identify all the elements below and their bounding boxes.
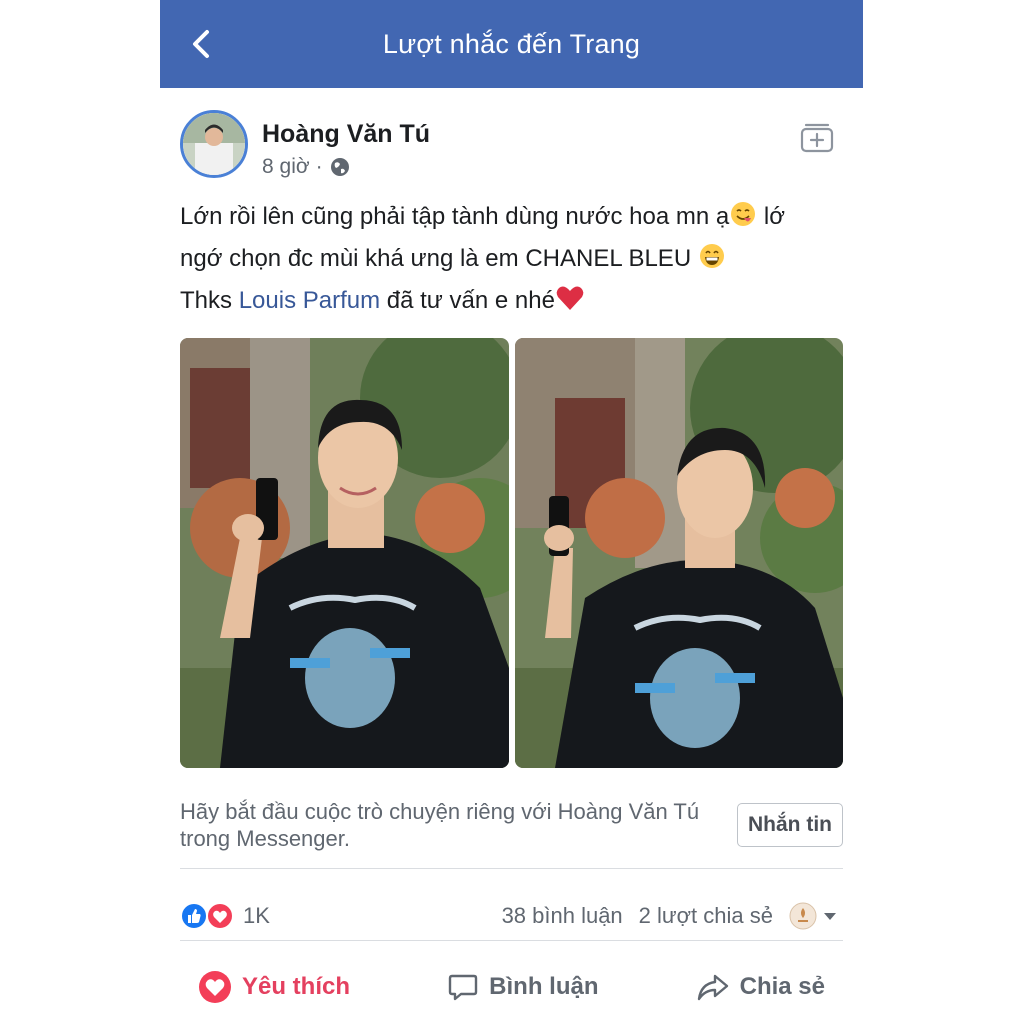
text-line-3-start: Thks: [180, 287, 239, 314]
post-actions: Yêu thích Bình luận Chia sẻ: [180, 952, 843, 1022]
text-line-1: Lớn rồi lên cũng phải tập tành dùng nước…: [180, 203, 730, 230]
globe-icon: [330, 158, 349, 176]
photo-young-man-side-profile: [515, 338, 843, 768]
grin-emoji-icon: [699, 244, 724, 268]
chevron-down-icon: [824, 913, 836, 920]
text-line-1-end: lớ: [757, 203, 785, 230]
reaction-count: 1K: [243, 903, 270, 928]
comment-count[interactable]: 38 bình luận: [502, 903, 623, 929]
author-name[interactable]: Hoàng Văn Tú: [262, 120, 430, 149]
comment-icon: [448, 974, 478, 1001]
text-line-3-end: đã tư vấn e nhé: [380, 287, 555, 314]
reaction-icons: [180, 902, 234, 930]
page-title: Lượt nhắc đến Trang: [382, 28, 641, 59]
share-label: Chia sẻ: [739, 973, 825, 1000]
share-icon: [697, 974, 728, 1001]
avatar-photo: [183, 113, 245, 175]
post-text-line-3: Thks Louis Parfum đã tư vấn e nhé: [180, 280, 843, 322]
messenger-prompt: Hãy bắt đầu cuộc trò chuyện riêng với Ho…: [180, 798, 843, 869]
like-button[interactable]: Yêu thích: [180, 970, 368, 1004]
post-text: Lớn rồi lên cũng phải tập tành dùng nước…: [180, 196, 843, 322]
comment-button[interactable]: Bình luận: [429, 971, 616, 1003]
page-avatar-icon: [789, 902, 817, 930]
post-header: Hoàng Văn Tú 8 giờ ·: [180, 110, 843, 180]
post-stats: 1K 38 bình luận 2 lượt chia sẻ: [180, 896, 843, 941]
reactions-summary[interactable]: 1K: [180, 902, 270, 930]
post-text-line-2: ngớ chọn đc mùi khá ưng là em CHANEL BLE…: [180, 238, 843, 280]
comment-label: Bình luận: [489, 973, 599, 1000]
post-meta: 8 giờ ·: [262, 155, 351, 179]
meta-separator: ·: [315, 155, 323, 178]
yum-emoji-icon: [731, 202, 756, 226]
post-photo-1[interactable]: [180, 338, 509, 768]
red-heart-emoji-icon: [556, 286, 584, 310]
post-time[interactable]: 8 giờ: [262, 155, 310, 179]
post-photo-2[interactable]: [515, 338, 843, 768]
messenger-prompt-text: Hãy bắt đầu cuộc trò chuyện riêng với Ho…: [180, 799, 700, 851]
like-label: Yêu thích: [242, 973, 351, 1000]
top-bar: Lượt nhắc đến Trang: [160, 0, 863, 88]
post-screen: Lượt nhắc đến Trang Hoàng Văn Tú 8 giờ ·: [160, 0, 863, 1024]
stats-right: 38 bình luận 2 lượt chia sẻ: [502, 902, 839, 930]
share-count[interactable]: 2 lượt chia sẻ: [639, 903, 773, 929]
avatar[interactable]: [180, 110, 248, 178]
mentioned-page-link[interactable]: Louis Parfum: [239, 287, 380, 314]
text-line-2: ngớ chọn đc mùi khá ưng là em CHANEL BLE…: [180, 245, 698, 272]
back-arrow-icon[interactable]: [182, 24, 222, 64]
photo-young-man-holding-perfume: [180, 338, 509, 768]
send-message-button[interactable]: Nhắn tin: [737, 803, 843, 847]
reaction-picker[interactable]: [789, 902, 839, 930]
save-post-icon[interactable]: [797, 118, 837, 158]
love-reaction-button-icon: [199, 971, 231, 1003]
share-button[interactable]: Chia sẻ: [678, 971, 843, 1003]
post-text-line-1: Lớn rồi lên cũng phải tập tành dùng nước…: [180, 196, 843, 238]
